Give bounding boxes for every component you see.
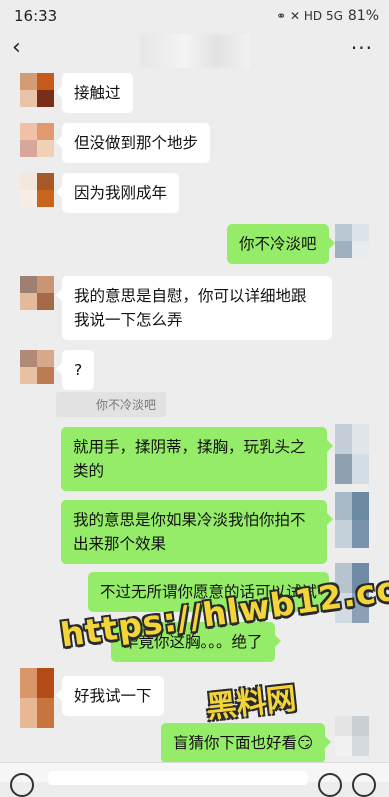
message-bubble[interactable]: 接触过	[56, 73, 133, 113]
avatar[interactable]	[20, 276, 54, 310]
chat-header: ‹ ···	[0, 32, 389, 68]
avatar[interactable]	[20, 73, 54, 107]
more-icon[interactable]: ···	[351, 36, 373, 60]
message-text: 我的意思是自慰，你可以详细地跟我说一下怎么弄	[74, 287, 307, 329]
message-bubble[interactable]: 我的意思是你如果冷淡我怕你拍不出来那个效果	[61, 500, 333, 564]
add-icon[interactable]	[352, 773, 376, 797]
status-time: 16:33	[14, 7, 58, 25]
message-bubble[interactable]: 你不冷淡吧	[227, 224, 335, 264]
battery-level: 81%	[347, 8, 379, 24]
message-bubble[interactable]: 盲猜你下面也好看😏	[161, 723, 332, 763]
message-text: 盲猜你下面也好看😏	[173, 734, 314, 752]
avatar[interactable]	[20, 350, 54, 384]
message-bubble[interactable]: 好我试一下	[56, 676, 164, 716]
message-text: 但没做到那个地步	[74, 134, 199, 152]
status-icons: ⚭ ✕ HD 5G 81%	[276, 8, 379, 24]
message-input[interactable]	[48, 771, 308, 785]
message-text: 因为我刚成年	[74, 184, 168, 202]
message-bubble[interactable]: 我的意思是自慰，你可以详细地跟我说一下怎么弄	[56, 276, 332, 340]
message-bubble[interactable]: 就用手，揉阴蒂，揉胸，玩乳头之类的	[61, 427, 333, 491]
message-text: 接触过	[74, 84, 121, 102]
voice-icon[interactable]	[10, 773, 34, 797]
message-text: ?	[74, 361, 83, 379]
avatar[interactable]	[335, 424, 369, 484]
avatar[interactable]	[335, 224, 369, 258]
message-bubble[interactable]: 因为我刚成年	[55, 173, 180, 213]
avatar[interactable]	[335, 716, 369, 756]
emoji-icon[interactable]	[318, 773, 342, 797]
quoted-text: 你不冷淡吧	[96, 398, 157, 412]
message-text: 你不冷淡吧	[239, 235, 317, 253]
avatar[interactable]	[20, 668, 54, 728]
message-text: 我的意思是你如果冷淡我怕你拍不出来那个效果	[73, 511, 306, 553]
network-indicators: ⚭ ✕ HD 5G	[276, 9, 343, 23]
chevron-left-icon[interactable]: ‹	[12, 36, 21, 60]
avatar[interactable]	[20, 173, 54, 207]
quoted-reply[interactable]: 你不冷淡吧	[56, 392, 167, 417]
message-bubble[interactable]: 但没做到那个地步	[55, 123, 211, 163]
watermark-label: 黑料网	[204, 681, 298, 726]
input-bar	[0, 762, 389, 797]
avatar[interactable]	[20, 123, 54, 157]
contact-name-blurred	[140, 34, 250, 68]
message-text: 就用手，揉阴蒂，揉胸，玩乳头之类的	[73, 438, 306, 480]
message-bubble[interactable]: ?	[55, 350, 95, 390]
status-bar: 16:33 ⚭ ✕ HD 5G 81%	[0, 0, 389, 32]
avatar[interactable]	[335, 492, 369, 548]
message-text: 好我试一下	[74, 687, 152, 705]
